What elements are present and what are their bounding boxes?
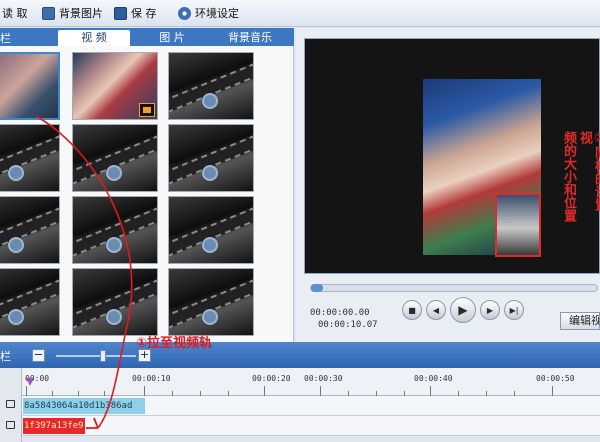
environment-settings-label: 环境设定: [195, 7, 239, 20]
photo-clip[interactable]: 1f397a13fe9: [23, 418, 85, 434]
zoom-slider[interactable]: [56, 355, 136, 357]
overlay-photo-box[interactable]: [495, 193, 541, 257]
media-thumb-5[interactable]: [72, 124, 158, 192]
next-frame-button[interactable]: ▶: [480, 300, 500, 320]
load-label: 读 取: [2, 7, 28, 20]
stop-icon: ■: [408, 305, 416, 315]
current-time: 00:00:00.00: [310, 308, 370, 318]
timeline-header-caption: 栏: [0, 350, 11, 363]
ruler-label: 00:00:30: [304, 374, 343, 383]
zoom-slider-knob[interactable]: [100, 350, 106, 362]
media-thumb-8[interactable]: [72, 196, 158, 264]
film-reel-icon: [8, 165, 24, 181]
playhead-marker[interactable]: [26, 378, 34, 386]
tab-background-music[interactable]: 背景音乐: [214, 30, 286, 46]
media-thumb-6[interactable]: [168, 124, 254, 192]
ruler-label: 00:00:40: [414, 374, 453, 383]
library-header: 栏 视 频 图 片 背景音乐: [0, 28, 294, 46]
end-button[interactable]: ▶|: [504, 300, 524, 320]
environment-settings-button[interactable]: 环境设定: [178, 4, 239, 22]
film-reel-icon: [202, 309, 218, 325]
overlay-instruction-part2: 频的大小和位置: [561, 131, 576, 222]
ruler-label: 00:00:50: [536, 374, 575, 383]
film-reel-icon: [202, 165, 218, 181]
ruler-label: 00:00:20: [252, 374, 291, 383]
skip-end-icon: ▶|: [509, 305, 519, 315]
media-thumb-11[interactable]: [72, 268, 158, 336]
save-label: 保 存: [131, 7, 157, 20]
film-reel-icon: [202, 93, 218, 109]
preview-canvas[interactable]: ②同样的设置视 频的大小和位置: [304, 38, 600, 274]
prev-frame-button[interactable]: ◀: [426, 300, 446, 320]
library-header-caption: 栏: [0, 32, 11, 45]
playback-progress[interactable]: [310, 284, 598, 292]
film-reel-icon: [8, 237, 24, 253]
save-button[interactable]: 保 存: [114, 4, 157, 22]
step-back-icon: ◀: [432, 305, 440, 315]
media-thumb-7[interactable]: [0, 196, 60, 264]
film-reel-icon: [106, 237, 122, 253]
media-thumb-10[interactable]: [0, 268, 60, 336]
play-icon: ▶: [458, 303, 468, 317]
save-icon: [114, 6, 127, 20]
media-library: [0, 46, 294, 342]
timeline-ruler[interactable]: 00:00 00:00:10 00:00:20 00:00:30 00:00:4…: [22, 368, 600, 396]
load-button[interactable]: 读 取: [2, 4, 28, 22]
video-track[interactable]: 8a5843064a10d1b386ad: [22, 396, 600, 416]
media-thumb-9[interactable]: [168, 196, 254, 264]
lock-icon[interactable]: [6, 421, 15, 429]
zoom-out-button[interactable]: −: [32, 349, 45, 362]
background-image-button[interactable]: 背景图片: [42, 4, 103, 22]
film-reel-icon: [106, 309, 122, 325]
gear-icon: [178, 6, 191, 20]
play-button[interactable]: ▶: [450, 297, 476, 323]
video-camera-icon: [139, 103, 155, 117]
film-reel-icon: [202, 237, 218, 253]
media-thumb-1[interactable]: [0, 52, 60, 120]
main-toolbar: 读 取 背景图片 保 存 环境设定: [0, 0, 600, 27]
media-thumb-2[interactable]: [72, 52, 158, 120]
image-icon: [42, 6, 55, 20]
photo-track[interactable]: 1f397a13fe9: [22, 416, 600, 436]
preview-panel: ②同样的设置视 频的大小和位置 00:00:00.00 00:00:10.07 …: [296, 28, 600, 342]
photo-thumbnail: [0, 54, 58, 118]
video-clip[interactable]: 8a5843064a10d1b386ad: [23, 398, 145, 414]
track-gutter: [0, 368, 22, 442]
media-thumb-3[interactable]: [168, 52, 254, 120]
lock-icon[interactable]: [6, 400, 15, 408]
drag-instruction-label: ①拉至视频轨: [136, 336, 213, 351]
progress-knob[interactable]: [311, 284, 323, 292]
edit-video-button[interactable]: 编辑视: [560, 312, 600, 330]
media-thumb-4[interactable]: [0, 124, 60, 192]
timeline-header: 栏 − +: [0, 342, 600, 368]
step-forward-icon: ▶: [486, 305, 494, 315]
media-thumb-12[interactable]: [168, 268, 254, 336]
background-image-label: 背景图片: [59, 7, 103, 20]
stop-button[interactable]: ■: [402, 300, 422, 320]
ruler-label: 00:00:10: [132, 374, 171, 383]
tab-image[interactable]: 图 片: [136, 30, 208, 46]
tab-video[interactable]: 视 频: [58, 30, 130, 46]
overlay-instruction-part1: ②同样的设置视: [577, 131, 600, 211]
total-time: 00:00:10.07: [318, 320, 378, 330]
film-reel-icon: [8, 309, 24, 325]
film-reel-icon: [106, 165, 122, 181]
